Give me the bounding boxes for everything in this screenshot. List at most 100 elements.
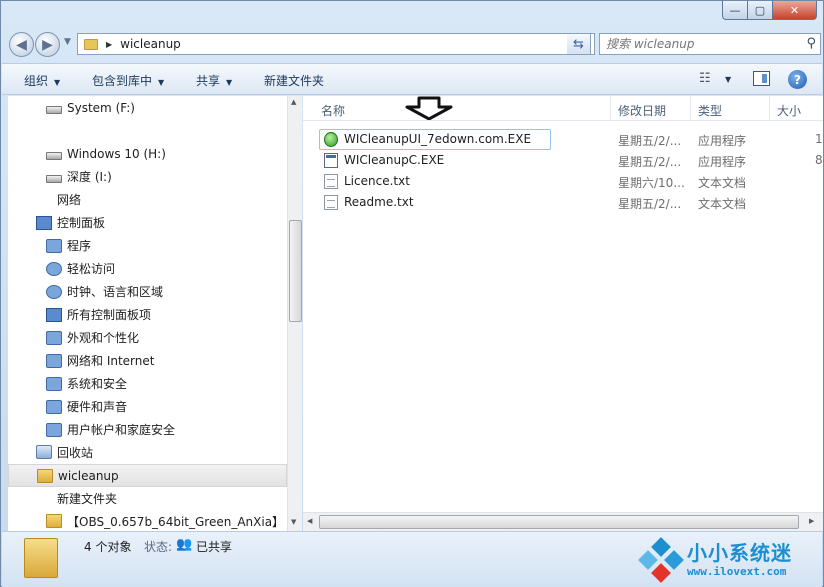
include-library-menu[interactable]: 包含到库中 ▼ (92, 72, 164, 89)
file-row[interactable]: Licence.txt 星期六/10... 文本文档 (319, 171, 823, 192)
file-row[interactable]: WICleanupC.EXE 星期五/2/... 应用程序 84 (319, 150, 824, 171)
view-dropdown-icon[interactable]: ▼ (725, 75, 731, 84)
file-size: 152 (815, 132, 824, 146)
nav-item-label: 【OBS_0.657b_64bit_Green_AnXia】 (67, 515, 285, 529)
new-folder-button[interactable]: 新建文件夹 (264, 72, 324, 89)
nav-item-wicleanup[interactable]: wicleanup (8, 464, 287, 487)
scroll-up-icon[interactable]: ▲ (291, 98, 296, 106)
programs-icon (46, 239, 62, 253)
nav-item-label: 外观和个性化 (67, 331, 140, 345)
file-type: 文本文档 (698, 176, 747, 190)
scrollbar-thumb[interactable] (319, 515, 799, 529)
nav-item-programs[interactable]: 程序 (8, 234, 287, 257)
share-menu[interactable]: 共享 ▼ (196, 72, 232, 89)
nav-item-shendu-i[interactable]: 深度 (I:) (8, 165, 287, 188)
folder-icon (46, 514, 62, 528)
navigation-scrollbar[interactable]: ▲ ▼ (287, 96, 302, 531)
caret-down-icon: ▼ (226, 78, 233, 87)
shield-app-icon (324, 132, 338, 147)
scroll-left-icon[interactable]: ◀ (307, 517, 312, 525)
caret-down-icon: ▼ (54, 78, 61, 87)
nav-item-label: 回收站 (57, 446, 94, 460)
column-header-date[interactable]: 修改日期 (618, 102, 666, 119)
nav-item-network-internet[interactable]: 网络和 Internet (8, 349, 287, 372)
ease-of-access-icon (46, 262, 62, 276)
file-row[interactable]: WICleanupUI_7edown.com.EXE 星期五/2/... 应用程… (319, 129, 824, 150)
address-bar[interactable]: ▶ wicleanup ▼ (77, 33, 595, 55)
nav-item-label: 深度 (I:) (67, 170, 112, 184)
column-header-name[interactable]: 名称 (321, 102, 345, 119)
nav-item-recycle-bin[interactable]: 回收站 (8, 441, 287, 464)
file-list-scrollbar[interactable]: ◀ ▶ (303, 512, 823, 531)
column-header-size[interactable]: 大小 (777, 102, 801, 119)
file-name: Licence.txt (344, 174, 410, 188)
column-separator[interactable] (690, 96, 691, 121)
search-box[interactable]: ⚲ (599, 33, 821, 55)
nav-item-clock-language[interactable]: 时钟、语言和区域 (8, 280, 287, 303)
nav-item-system-f[interactable]: System (F:) (8, 96, 287, 119)
nav-item-label: 所有控制面板项 (67, 308, 152, 322)
refresh-button[interactable]: ⇆ (567, 33, 591, 55)
file-name: Readme.txt (344, 195, 414, 209)
nav-item-label: 轻松访问 (67, 262, 116, 276)
control-panel-icon (36, 216, 52, 230)
nav-item-label: 系统和安全 (67, 377, 128, 391)
nav-item-label: 硬件和声音 (67, 400, 128, 414)
recent-pages-dropdown[interactable]: ▼ (64, 37, 71, 47)
hardware-sound-icon (46, 400, 62, 414)
file-type: 文本文档 (698, 197, 747, 211)
nav-item-hardware-sound[interactable]: 硬件和声音 (8, 395, 287, 418)
search-input[interactable] (606, 37, 796, 51)
organize-menu[interactable]: 组织 ▼ (24, 72, 60, 89)
nav-item-all-control-panel[interactable]: 所有控制面板项 (8, 303, 287, 326)
share-state: 已共享 (196, 540, 233, 554)
all-control-panel-icon (46, 308, 62, 322)
state-label: 状态: (144, 540, 173, 554)
nav-item-label: 用户帐户和家庭安全 (67, 423, 176, 437)
nav-item-ease-of-access[interactable]: 轻松访问 (8, 257, 287, 280)
back-button[interactable]: ◀ (9, 32, 34, 57)
nav-item-windows10-h[interactable]: Windows 10 (H:) (8, 142, 287, 165)
folder-icon (84, 38, 98, 50)
minimize-button[interactable]: — (722, 1, 748, 20)
preview-pane-icon[interactable] (753, 71, 770, 86)
column-separator[interactable] (769, 96, 770, 121)
nav-item-obs[interactable]: 【OBS_0.657b_64bit_Green_AnXia】 (8, 510, 287, 531)
text-document-icon (324, 195, 338, 210)
nav-item-appearance[interactable]: 外观和个性化 (8, 326, 287, 349)
address-path[interactable]: wicleanup (120, 37, 181, 51)
scroll-right-icon[interactable]: ▶ (809, 517, 814, 525)
drive-icon (46, 175, 62, 183)
shared-users-icon: 👥 (176, 537, 193, 552)
caption-buttons: — ▢ ✕ (722, 1, 817, 20)
nav-item-new-folder[interactable]: 新建文件夹 (8, 487, 287, 510)
file-date: 星期五/2/... (618, 197, 682, 211)
nav-item-network[interactable]: 网络 (8, 188, 287, 211)
nav-item-label: 网络 (57, 193, 82, 207)
file-row[interactable]: Readme.txt 星期五/2/... 文本文档 (319, 192, 823, 213)
column-separator[interactable] (610, 96, 611, 121)
include-library-label: 包含到库中 (92, 74, 153, 88)
search-icon[interactable]: ⚲ (806, 36, 816, 51)
share-label: 共享 (196, 74, 221, 88)
column-header-type[interactable]: 类型 (698, 102, 722, 119)
nav-item-control-panel[interactable]: 控制面板 (8, 211, 287, 234)
scrollbar-thumb[interactable] (289, 220, 302, 322)
maximize-button[interactable]: ▢ (748, 1, 773, 20)
nav-item-system-security[interactable]: 系统和安全 (8, 372, 287, 395)
organize-label: 组织 (24, 74, 49, 88)
scroll-down-icon[interactable]: ▼ (291, 518, 296, 526)
network-icon (46, 354, 62, 368)
close-button[interactable]: ✕ (773, 1, 817, 20)
nav-item-user-accounts[interactable]: 用户帐户和家庭安全 (8, 418, 287, 441)
navigation-pane: System (F:) Windows 10 (H:) 深度 (I:) 网络 控… (8, 96, 287, 531)
chevron-right-icon[interactable]: ▶ (106, 40, 112, 49)
forward-button[interactable]: ▶ (35, 32, 60, 57)
help-icon[interactable]: ? (788, 70, 807, 89)
recycle-bin-icon (36, 445, 52, 459)
folder-icon (37, 469, 53, 483)
view-options-icon[interactable]: ☷ (699, 71, 711, 86)
navigation-row: ◀ ▶ ▼ ▶ wicleanup ▼ ⇆ ⚲ (7, 30, 821, 58)
nav-item-label: 网络和 Internet (67, 354, 155, 368)
nav-item-label: System (F:) (67, 100, 135, 115)
